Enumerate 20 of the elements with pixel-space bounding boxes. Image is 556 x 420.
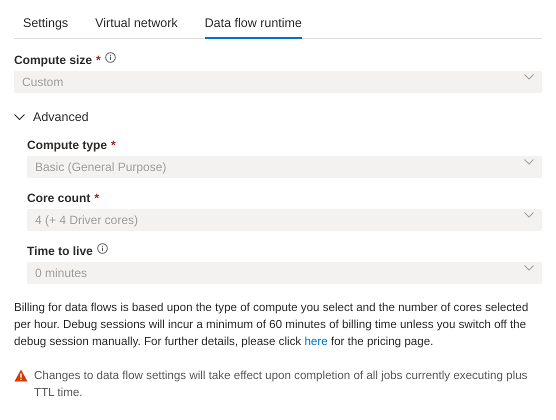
pricing-link[interactable]: here <box>304 335 328 348</box>
tab[interactable]: Settings <box>23 8 68 39</box>
warning-icon <box>14 369 28 382</box>
required-mark: * <box>94 191 100 205</box>
advanced-toggle[interactable]: Advanced <box>14 106 89 128</box>
chevron-down-icon <box>524 159 534 165</box>
required-mark: * <box>96 53 101 67</box>
warning-message: Changes to data flow settings will take effect upon completion of all jobs currently executing plus TTL time. <box>34 368 528 401</box>
chevron-icon <box>14 114 25 120</box>
chevron-down-icon <box>524 74 534 80</box>
field-label: Time to live <box>27 244 93 258</box>
field-label: Compute type <box>27 138 108 152</box>
field-label: Core count <box>27 191 90 205</box>
billing-note: Billing for data flows is based upon the type of compute you select and the number of cores selected per hour. Debug sessions will incur a minimum of 60 minutes of billing time unless you switch off the debug session manually. For further details, please click here for the pricing page. <box>14 300 530 350</box>
field-label: Compute size <box>14 53 92 67</box>
tab[interactable]: Data flow runtime <box>204 8 302 39</box>
tab[interactable]: Virtual network <box>95 8 178 39</box>
chevron-down-icon <box>524 212 534 218</box>
chevron-down-icon <box>524 265 534 271</box>
required-mark: * <box>111 138 116 152</box>
